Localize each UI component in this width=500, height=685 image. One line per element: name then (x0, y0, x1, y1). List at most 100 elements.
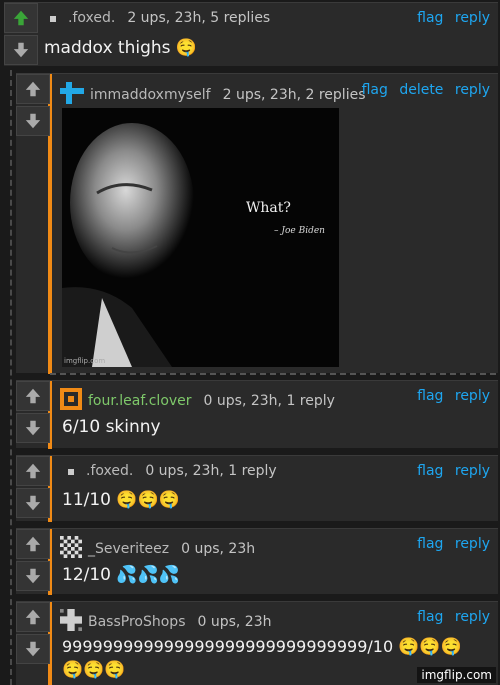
vote-controls (16, 381, 50, 443)
comment-stats: 0 ups, 23h (181, 541, 256, 557)
portrait-image (62, 108, 232, 367)
comment-actions: flag reply (410, 388, 490, 404)
vote-controls (4, 3, 38, 65)
arrow-up-icon (25, 388, 41, 404)
upvote-button[interactable] (16, 456, 50, 486)
username-link[interactable]: .foxed. (68, 10, 115, 26)
arrow-down-icon (25, 495, 41, 511)
comment-body: 999999999999999999999999999999/10 (62, 637, 394, 656)
comment-body: 12/10 (62, 565, 111, 585)
checker-avatar-icon (60, 536, 82, 562)
downvote-button[interactable] (16, 561, 50, 591)
flag-link[interactable]: flag (417, 463, 443, 479)
vote-controls (16, 456, 50, 518)
vote-controls (16, 529, 50, 591)
arrow-down-icon (25, 420, 41, 436)
comment-stats: 2 ups, 23h, 2 replies (222, 87, 366, 103)
username-link[interactable]: _Severiteez (88, 541, 169, 557)
arrow-down-icon (25, 113, 41, 129)
emoji: 💦💦💦 (116, 565, 180, 585)
flag-link[interactable]: flag (362, 82, 388, 98)
username-link[interactable]: .foxed. (86, 463, 133, 479)
comment-body: 11/10 (62, 490, 111, 510)
comment-text: 11/10 🤤🤤🤤 (62, 490, 180, 510)
comment-stats: 0 ups, 23h, 1 reply (203, 393, 335, 409)
reply-link[interactable]: reply (455, 10, 490, 26)
comment-body: 6/10 skinny (62, 417, 161, 437)
comment-actions: flag delete reply (355, 82, 490, 98)
orange-square-avatar-icon (60, 388, 82, 414)
downvote-button[interactable] (16, 634, 50, 664)
flag-link[interactable]: flag (417, 536, 443, 552)
upvote-button[interactable] (16, 381, 50, 411)
small-square-icon (68, 463, 74, 479)
emoji: 🤤🤤🤤 (116, 490, 180, 510)
comment-actions: flag reply (410, 536, 490, 552)
downvote-button[interactable] (16, 488, 50, 518)
comment-meta: .foxed. 2 ups, 23h, 5 replies (50, 10, 270, 26)
reply-link[interactable]: reply (455, 463, 490, 479)
downvote-button[interactable] (16, 413, 50, 443)
gray-pixel-avatar-icon (60, 609, 82, 635)
thread-line (10, 70, 12, 685)
downvote-button[interactable] (16, 106, 50, 136)
arrow-up-icon (13, 10, 29, 26)
comment-body: maddox thighs (44, 38, 171, 58)
arrow-down-icon (25, 568, 41, 584)
emoji: 🤤🤤🤤 (62, 660, 126, 680)
flag-link[interactable]: flag (417, 10, 443, 26)
comment-text: 12/10 💦💦💦 (62, 565, 180, 585)
delete-link[interactable]: delete (399, 82, 443, 98)
comment-meta: BassProShops 0 ups, 23h (60, 609, 272, 635)
comment: .foxed. 2 ups, 23h, 5 replies flag reply… (4, 2, 498, 66)
upvote-button[interactable] (4, 3, 38, 33)
meme-image[interactable]: What? – Joe Biden imgflip.com (62, 108, 339, 367)
arrow-down-icon (25, 641, 41, 657)
arrow-up-icon (25, 609, 41, 625)
emoji: 🤤🤤🤤 (398, 637, 462, 657)
comment-text-line2: 🤤🤤🤤 (62, 660, 126, 680)
arrow-down-icon (13, 42, 29, 58)
comment: _Severiteez 0 ups, 23h flag reply 12/10 … (16, 528, 498, 595)
reply-link[interactable]: reply (455, 609, 490, 625)
username-link[interactable]: four.leaf.clover (88, 393, 192, 409)
username-link[interactable]: immaddoxmyself (90, 87, 211, 103)
comment-actions: flag reply (410, 609, 490, 625)
arrow-up-icon (25, 536, 41, 552)
comment-stats: 0 ups, 23h, 1 reply (145, 463, 277, 479)
comment-meta: .foxed. 0 ups, 23h, 1 reply (68, 463, 277, 479)
upvote-button[interactable] (16, 529, 50, 559)
flag-link[interactable]: flag (417, 609, 443, 625)
comment-actions: flag reply (410, 463, 490, 479)
meme-watermark: imgflip.com (64, 357, 106, 365)
vote-controls (16, 602, 50, 664)
site-watermark: imgflip.com (417, 667, 496, 683)
meme-attribution: – Joe Biden (274, 226, 325, 236)
divider (50, 373, 496, 375)
username-link[interactable]: BassProShops (88, 614, 186, 630)
upvote-button[interactable] (16, 74, 50, 104)
comment-meta: _Severiteez 0 ups, 23h (60, 536, 255, 562)
comment-text: 999999999999999999999999999999/10 🤤🤤🤤 (62, 637, 462, 657)
emoji: 🤤 (175, 38, 198, 58)
comment-actions: flag reply (410, 10, 490, 26)
comment: .foxed. 0 ups, 23h, 1 reply flag reply 1… (16, 455, 498, 522)
reply-link[interactable]: reply (455, 536, 490, 552)
small-square-icon (50, 10, 56, 26)
upvote-button[interactable] (16, 602, 50, 632)
arrow-up-icon (25, 81, 41, 97)
vote-controls (16, 74, 50, 136)
comment-stats: 2 ups, 23h, 5 replies (127, 10, 271, 26)
meme-quote: What? (246, 200, 291, 216)
downvote-button[interactable] (4, 35, 38, 65)
reply-link[interactable]: reply (455, 82, 490, 98)
comment-meta: immaddoxmyself 2 ups, 23h, 2 replies (60, 82, 366, 108)
reply-link[interactable]: reply (455, 388, 490, 404)
comment-stats: 0 ups, 23h (197, 614, 272, 630)
blue-pixel-avatar-icon (60, 82, 84, 108)
flag-link[interactable]: flag (417, 388, 443, 404)
arrow-up-icon (25, 463, 41, 479)
comment-text: 6/10 skinny (62, 417, 161, 437)
comment: four.leaf.clover 0 ups, 23h, 1 reply fla… (16, 380, 498, 449)
comment-text: maddox thighs 🤤 (44, 38, 197, 58)
